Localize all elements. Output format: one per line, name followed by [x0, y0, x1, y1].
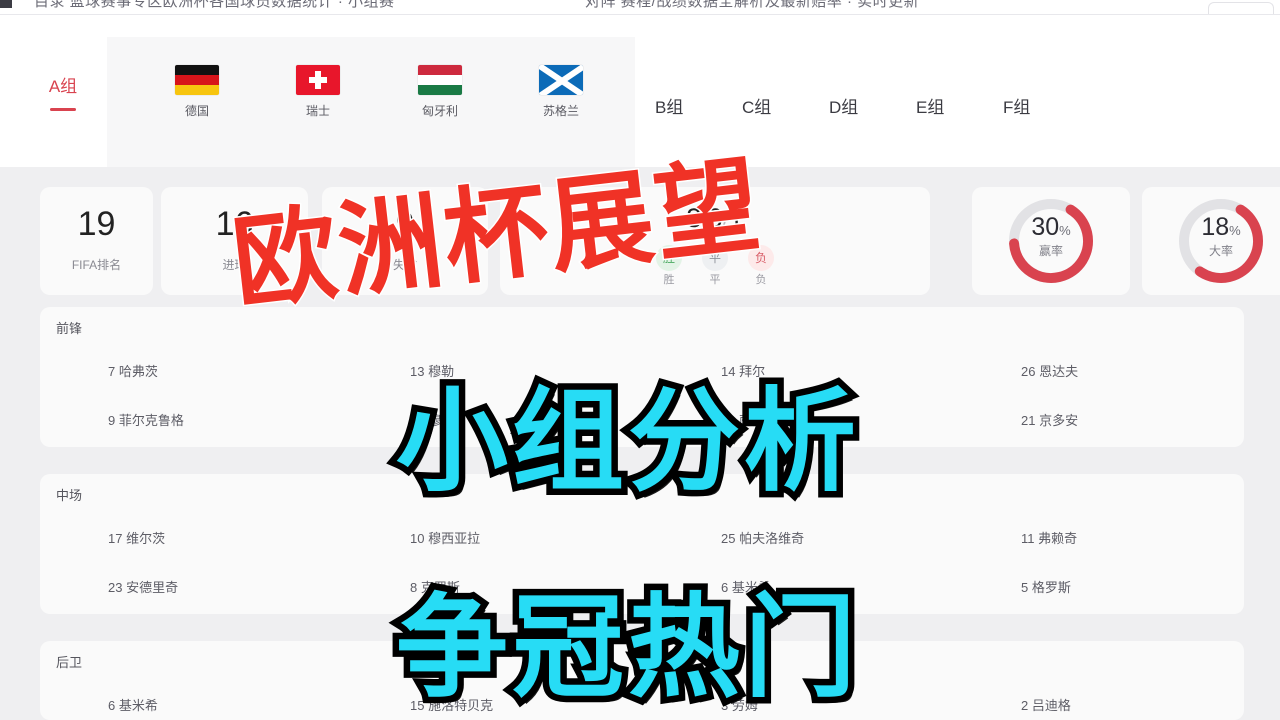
tab-group-a[interactable]: A组 — [40, 77, 86, 111]
tab-group-c[interactable]: C组 — [742, 97, 771, 119]
app-icon — [0, 0, 12, 8]
record-caption-loss: 负 — [755, 274, 767, 286]
tab-group-d[interactable]: D组 — [829, 97, 858, 119]
stat-value: 19 — [77, 205, 116, 243]
roster-section-midfielders: 中场 17 维尔茨 10 穆西亚拉 25 帕夫洛维奇 11 弗赖奇 23 安德里… — [40, 474, 1244, 614]
stat-card-goals-for: 16 进球 — [161, 187, 308, 295]
gauge-percent-symbol: % — [1229, 223, 1241, 238]
badge-loss: 负 — [748, 245, 774, 271]
player-entry[interactable]: 9 菲尔克鲁格 — [108, 396, 184, 445]
clipped-text-left: 目录 篮球赛事专区欧洲杯各国球员数据统计 · 小组赛 — [34, 0, 395, 10]
player-grid-forwards: 7 哈弗茨 13 穆勒 14 拜尔 26 恩达夫 9 菲尔克鲁格 12 穆德 1… — [40, 347, 1244, 447]
player-entry[interactable]: 13 穆勒 — [410, 347, 454, 396]
team-name-hungary: 匈牙利 — [421, 104, 458, 118]
team-item-hungary[interactable]: 匈牙利 — [394, 65, 486, 118]
active-tab-underline — [50, 108, 76, 111]
clipped-top-strip: 目录 篮球赛事专区欧洲杯各国球员数据统计 · 小组赛 对阵 赛程/战绩数据全解析… — [0, 0, 1280, 14]
player-entry[interactable]: 2 吕迪格 — [1021, 681, 1071, 720]
player-grid-midfielders: 17 维尔茨 10 穆西亚拉 25 帕夫洛维奇 11 弗赖奇 23 安德里奇 8… — [40, 514, 1244, 614]
player-entry[interactable]: 12 穆德 — [410, 396, 454, 445]
player-row: 17 维尔茨 10 穆西亚拉 25 帕夫洛维奇 11 弗赖奇 — [40, 514, 1244, 563]
group-tab-bar: A组 德国 瑞士 匈牙利 苏格兰 B组 C组 D组 E组 F组 — [0, 15, 1280, 178]
player-row: 6 基米希 15 施洛特贝克 3 劳姆 2 吕迪格 — [40, 681, 1244, 720]
gauge-value: 18 — [1201, 213, 1230, 241]
stat-caption: FIFA排名 — [71, 258, 122, 272]
player-entry[interactable]: 19 萨内 — [721, 396, 765, 445]
player-entry[interactable]: 11 弗赖奇 — [1021, 514, 1077, 563]
section-title-midfielders: 中场 — [56, 488, 83, 503]
badge-win: 胜 — [656, 245, 682, 271]
browser-tab-shape[interactable] — [1208, 2, 1274, 14]
win-rate-text: 30% 赢率 — [972, 213, 1130, 259]
stat-card-fifa-rank: 19 FIFA排名 — [40, 187, 153, 295]
gauge-caption: 大率 — [1208, 244, 1233, 258]
player-entry[interactable]: 3 劳姆 — [721, 681, 758, 720]
tab-group-a-label: A组 — [48, 77, 78, 96]
player-row: 9 菲尔克鲁格 12 穆德 19 萨内 21 京多安 — [40, 396, 1244, 445]
player-entry[interactable]: 7 哈弗茨 — [108, 347, 158, 396]
flag-switzerland-icon — [296, 65, 340, 95]
record-loss: 1 — [728, 203, 744, 233]
player-entry[interactable]: 6 基米希 — [108, 681, 158, 720]
team-name-scotland: 苏格兰 — [542, 104, 579, 118]
player-entry[interactable]: 8 克罗斯 — [410, 563, 460, 612]
player-entry[interactable]: 26 恩达夫 — [1021, 347, 1078, 396]
stat-value: 16 — [215, 205, 254, 243]
main-content: 19 FIFA排名 16 进球 9 失球 3/6/1 胜 平 负 胜 平 负 3… — [0, 167, 1280, 720]
player-entry[interactable]: 10 穆西亚拉 — [410, 514, 480, 563]
gauge-caption: 赢率 — [1038, 244, 1063, 258]
tab-group-e[interactable]: E组 — [916, 97, 944, 119]
stat-caption: 进球 — [222, 258, 247, 272]
page-root: 目录 篮球赛事专区欧洲杯各国球员数据统计 · 小组赛 对阵 赛程/战绩数据全解析… — [0, 0, 1280, 720]
record-badges: 胜 平 负 — [500, 245, 930, 271]
stat-value: 9 — [395, 205, 415, 243]
record-draw: 6 — [707, 203, 723, 233]
player-entry[interactable]: 5 格罗斯 — [1021, 563, 1071, 612]
badge-draw: 平 — [702, 245, 728, 271]
roster-section-defenders: 后卫 6 基米希 15 施洛特贝克 3 劳姆 2 吕迪格 — [40, 641, 1244, 720]
tab-group-b[interactable]: B组 — [655, 97, 683, 119]
team-name-germany: 德国 — [184, 104, 209, 118]
player-entry[interactable]: 17 维尔茨 — [108, 514, 165, 563]
player-row: 7 哈弗茨 13 穆勒 14 拜尔 26 恩达夫 — [40, 347, 1244, 396]
stat-card-goals-against: 9 失球 — [322, 187, 488, 295]
gauge-value: 30 — [1031, 213, 1060, 241]
tab-group-f[interactable]: F组 — [1003, 97, 1030, 119]
player-entry[interactable]: 14 拜尔 — [721, 347, 765, 396]
gauge-card-win-rate: 30% 赢率 — [972, 187, 1130, 295]
record-caption-win: 胜 — [663, 274, 675, 286]
over-rate-text: 18% 大率 — [1142, 213, 1280, 259]
stat-caption: 失球 — [392, 258, 417, 272]
clipped-text-right: 对阵 赛程/战绩数据全解析及最新赔率 · 实时更新 — [585, 0, 920, 10]
team-item-germany[interactable]: 德国 — [151, 65, 243, 118]
team-item-switzerland[interactable]: 瑞士 — [272, 65, 364, 118]
player-row: 23 安德里奇 8 克罗斯 6 基米希 5 格罗斯 — [40, 563, 1244, 612]
record-values: 3/6/1 — [500, 201, 930, 237]
player-grid-defenders: 6 基米希 15 施洛特贝克 3 劳姆 2 吕迪格 — [40, 681, 1244, 720]
gauge-card-over-rate: 18% 大率 — [1142, 187, 1280, 295]
flag-hungary-icon — [418, 65, 462, 95]
record-caption-draw: 平 — [709, 274, 721, 286]
player-entry[interactable]: 6 基米希 — [721, 563, 771, 612]
flag-scotland-icon — [539, 65, 583, 95]
team-name-switzerland: 瑞士 — [305, 104, 330, 118]
player-entry[interactable]: 25 帕夫洛维奇 — [721, 514, 804, 563]
stat-card-record: 3/6/1 胜 平 负 胜 平 负 — [500, 187, 930, 295]
record-win: 3 — [686, 203, 702, 233]
player-entry[interactable]: 15 施洛特贝克 — [410, 681, 493, 720]
gauge-percent-symbol: % — [1059, 223, 1071, 238]
roster-section-forwards: 前锋 7 哈弗茨 13 穆勒 14 拜尔 26 恩达夫 9 菲尔克鲁格 12 穆… — [40, 307, 1244, 447]
team-item-scotland[interactable]: 苏格兰 — [515, 65, 607, 118]
section-title-defenders: 后卫 — [56, 655, 83, 670]
record-captions: 胜 平 负 — [500, 271, 930, 287]
section-title-forwards: 前锋 — [56, 321, 83, 336]
player-entry[interactable]: 23 安德里奇 — [108, 563, 178, 612]
player-entry[interactable]: 21 京多安 — [1021, 396, 1078, 445]
flag-germany-icon — [175, 65, 219, 95]
